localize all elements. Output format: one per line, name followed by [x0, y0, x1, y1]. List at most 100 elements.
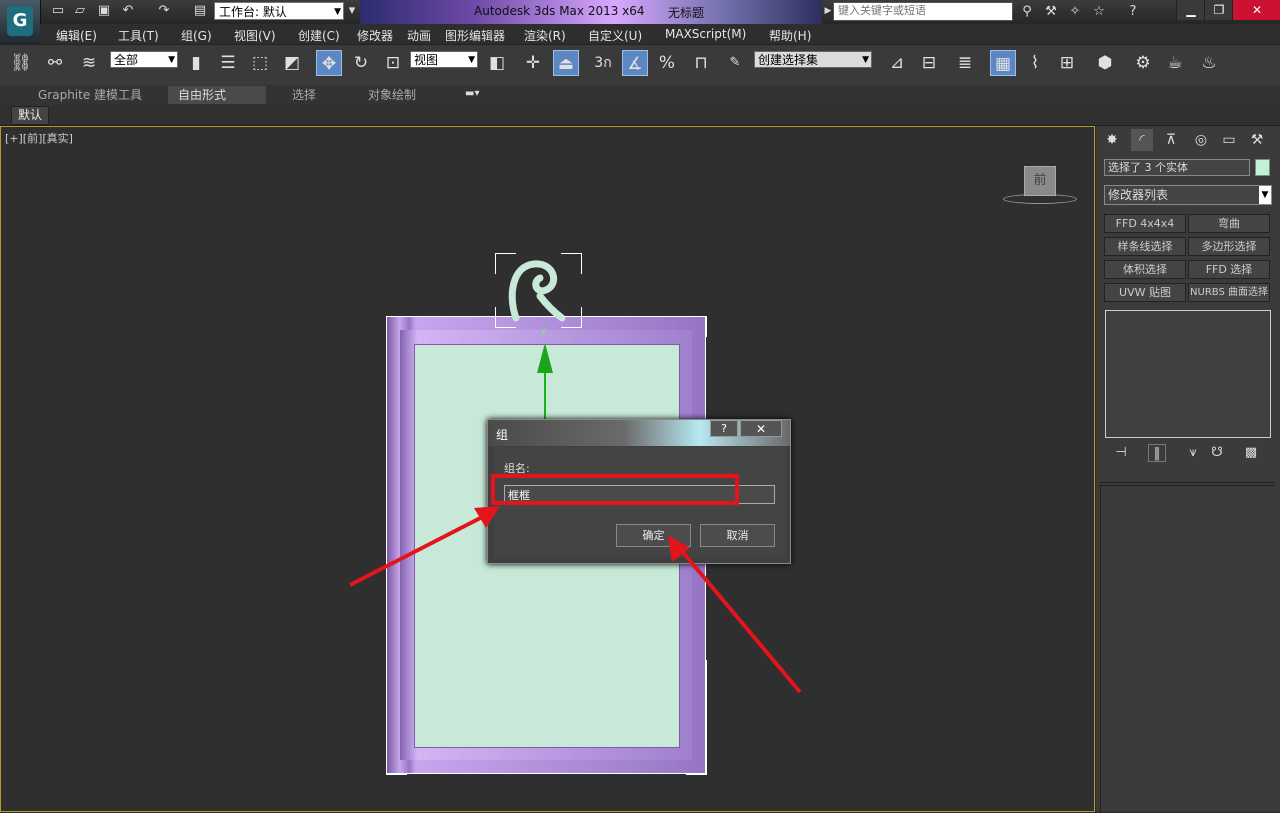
modify-tab-icon[interactable]: ◜	[1131, 129, 1153, 151]
modifier-list-dropdown[interactable]: 修改器列表 ▼	[1104, 185, 1272, 205]
dialog-close-button[interactable]: ✕	[740, 420, 782, 437]
menu-help[interactable]: 帮助(H)	[769, 27, 811, 44]
minimize-button[interactable]: ▁	[1176, 0, 1205, 20]
render-production-icon[interactable]: ♨	[1196, 50, 1222, 76]
menu-customize[interactable]: 自定义(U)	[588, 27, 642, 44]
modifier-uvw-map-button[interactable]: UVW 贴图	[1104, 283, 1186, 302]
menu-animation[interactable]: 动画	[407, 27, 431, 44]
favorites-star-icon[interactable]: ☆	[1090, 3, 1108, 21]
ribbon-options-icon[interactable]: ▬▾	[465, 88, 479, 99]
select-and-rotate-icon[interactable]: ↻	[348, 50, 374, 76]
modifier-stack-view[interactable]	[1105, 310, 1271, 438]
select-and-scale-icon[interactable]: ⊡	[380, 50, 406, 76]
reference-coord-value: 视图	[414, 53, 439, 67]
motion-tab-icon[interactable]: ◎	[1190, 129, 1212, 151]
subscription-icon[interactable]: ⚒	[1042, 3, 1060, 21]
graphite-toggle-icon[interactable]: ▦	[990, 50, 1016, 76]
selection-info-field[interactable]: 选择了 3 个实体	[1104, 159, 1250, 176]
window-crossing-icon[interactable]: ◩	[279, 50, 305, 76]
mirror-icon[interactable]: ⊿	[884, 50, 910, 76]
ribbon-tab-object-paint[interactable]: 对象绘制	[358, 86, 426, 104]
rect-selection-region-icon[interactable]: ⬚	[247, 50, 273, 76]
spinner-snap-icon[interactable]: ⊓	[688, 50, 714, 76]
bind-space-warp-icon[interactable]: ≋	[76, 50, 102, 76]
render-setup-icon[interactable]: ⚙	[1130, 50, 1156, 76]
ribbon-tab-graphite[interactable]: Graphite 建模工具	[28, 86, 152, 104]
hierarchy-tab-icon[interactable]: ⊼	[1160, 129, 1182, 151]
select-and-link-icon[interactable]: ⛓	[8, 50, 34, 76]
binoculars-icon[interactable]: ⚲	[1018, 3, 1036, 21]
manipulate-icon[interactable]: ✛	[520, 50, 546, 76]
menu-tools[interactable]: 工具(T)	[118, 27, 159, 44]
select-by-name-icon[interactable]: ☰	[215, 50, 241, 76]
edit-named-selection-icon[interactable]: ✎	[722, 50, 748, 76]
viewcube[interactable]: 前	[1024, 166, 1056, 196]
ribbon-tab-selection[interactable]: 选择	[282, 86, 326, 104]
menu-edit[interactable]: 编辑(E)	[56, 27, 97, 44]
modifier-nurbs-select-button[interactable]: NURBS 曲面选择	[1188, 283, 1270, 302]
menu-maxscript[interactable]: MAXScript(M)	[665, 27, 746, 41]
configure-modifier-sets-icon[interactable]: ▩	[1242, 444, 1260, 462]
layer-manager-icon[interactable]: ≣	[952, 50, 978, 76]
menu-group[interactable]: 组(G)	[181, 27, 212, 44]
snap-label: 3	[594, 55, 604, 71]
align-icon[interactable]: ⊟	[916, 50, 942, 76]
select-and-move-icon[interactable]: ✥	[316, 50, 342, 76]
display-tab-icon[interactable]: ▭	[1218, 129, 1240, 151]
ribbon-tab-freeform[interactable]: 自由形式	[168, 86, 266, 104]
menu-views[interactable]: 视图(V)	[234, 27, 276, 44]
modifier-spline-select-button[interactable]: 样条线选择	[1104, 237, 1186, 256]
reference-coord-dropdown[interactable]: 视图 ▼	[410, 51, 478, 68]
ok-button[interactable]: 确定	[616, 524, 691, 547]
workspace-dropdown[interactable]: 工作台: 默认 ▼	[214, 2, 344, 20]
communication-icon[interactable]: ✧	[1066, 3, 1084, 21]
app-menu-button[interactable]: G	[0, 0, 41, 44]
close-window-button[interactable]: ✕	[1232, 0, 1280, 20]
modifier-ffd-select-button[interactable]: FFD 选择	[1188, 260, 1270, 279]
schematic-view-icon[interactable]: ⊞	[1054, 50, 1080, 76]
undo-icon[interactable]: ↶	[120, 3, 136, 19]
create-tab-icon[interactable]: ✸	[1101, 129, 1123, 151]
unlink-icon[interactable]: ⚯	[42, 50, 68, 76]
qa-toolbar-menu-icon[interactable]: ▾	[344, 3, 360, 19]
menu-modifiers[interactable]: 修改器	[357, 27, 393, 44]
modifier-bend-button[interactable]: 弯曲	[1188, 214, 1270, 233]
redo-icon[interactable]: ↷	[156, 3, 172, 19]
make-unique-icon[interactable]: ⩛	[1184, 444, 1202, 462]
default-panel-button[interactable]: 默认	[11, 106, 50, 125]
menu-graph-editors[interactable]: 图形编辑器	[445, 27, 505, 44]
new-file-icon[interactable]: ▭	[50, 3, 66, 19]
help-icon[interactable]: ?	[1124, 3, 1142, 21]
search-input[interactable]	[833, 2, 1013, 21]
rendered-frame-icon[interactable]: ☕	[1162, 50, 1188, 76]
modifier-poly-select-button[interactable]: 多边形选择	[1188, 237, 1270, 256]
snaps-toggle-icon[interactable]: 3ก	[590, 50, 616, 76]
move-gizmo-arrow-icon[interactable]	[537, 343, 553, 373]
save-file-icon[interactable]: ▣	[96, 3, 112, 19]
dialog-help-button[interactable]: ?	[710, 420, 738, 437]
material-editor-icon[interactable]: ⬢	[1092, 50, 1118, 76]
keyboard-shortcut-override-icon[interactable]: ⏏	[553, 50, 579, 76]
show-end-result-icon[interactable]: ‖	[1148, 444, 1166, 462]
project-folder-icon[interactable]: ▤	[192, 3, 208, 19]
selection-filter-dropdown[interactable]: 全部 ▼	[110, 51, 178, 68]
selection-filter-value: 全部	[114, 53, 139, 67]
object-color-swatch[interactable]	[1255, 159, 1270, 176]
utilities-tab-icon[interactable]: ⚒	[1246, 129, 1268, 151]
percent-snap-icon[interactable]: %	[654, 50, 680, 76]
remove-modifier-icon[interactable]: ☋	[1208, 444, 1226, 462]
select-object-icon[interactable]: ▮	[183, 50, 209, 76]
menu-create[interactable]: 创建(C)	[298, 27, 340, 44]
cancel-button[interactable]: 取消	[700, 524, 775, 547]
open-file-icon[interactable]: ▱	[72, 3, 88, 19]
pin-stack-icon[interactable]: ⊣	[1112, 444, 1130, 462]
curve-editor-icon[interactable]: ⌇	[1022, 50, 1048, 76]
modifier-ffd-button[interactable]: FFD 4x4x4	[1104, 214, 1186, 233]
named-selection-dropdown[interactable]: 创建选择集 ▼	[754, 51, 872, 68]
modifier-volume-select-button[interactable]: 体积选择	[1104, 260, 1186, 279]
maximize-button[interactable]: ❐	[1204, 0, 1233, 20]
menu-rendering[interactable]: 渲染(R)	[524, 27, 566, 44]
pivot-center-icon[interactable]: ◧	[484, 50, 510, 76]
viewport-label[interactable]: [+][前][真实]	[5, 130, 73, 146]
angle-snap-icon[interactable]: ∡	[622, 50, 648, 76]
